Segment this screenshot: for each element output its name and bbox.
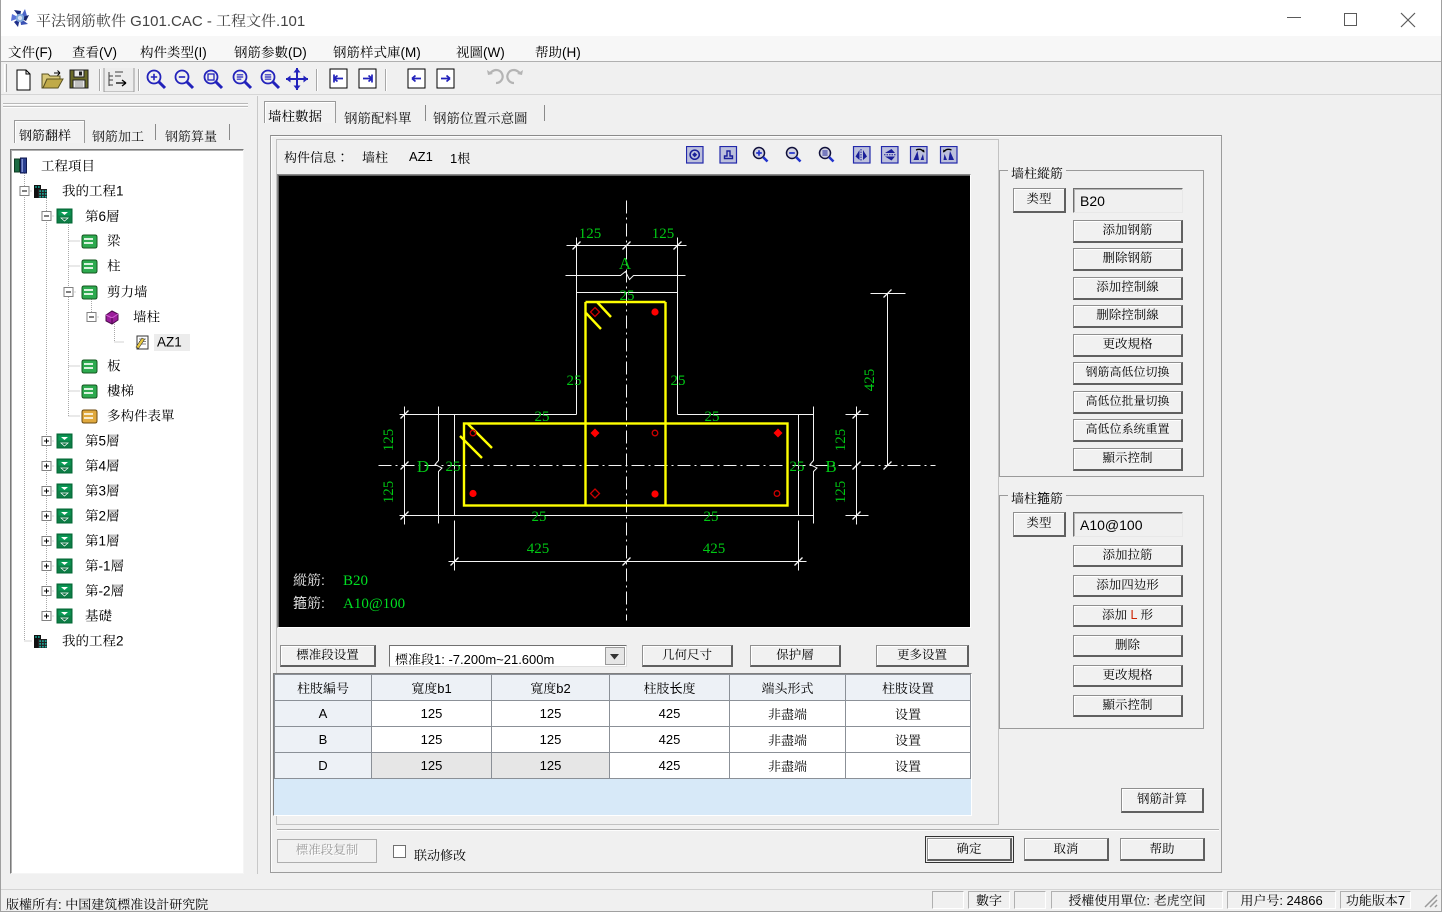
svg-text:第1层: 第1层 xyxy=(85,534,120,549)
svg-text:25: 25 xyxy=(790,459,805,475)
svg-text:425: 425 xyxy=(703,541,726,557)
svg-text:楼梯: 楼梯 xyxy=(107,384,134,399)
svg-text:板: 板 xyxy=(107,359,121,374)
svg-text:多构件表单: 多构件表单 xyxy=(107,409,175,424)
svg-text:25: 25 xyxy=(705,409,720,425)
svg-text:我的工程1: 我的工程1 xyxy=(62,184,124,199)
svg-text:B20: B20 xyxy=(343,573,368,589)
svg-text:梁: 梁 xyxy=(107,234,121,249)
svg-text:箍筋:: 箍筋: xyxy=(293,595,325,611)
svg-text:D: D xyxy=(417,457,429,476)
svg-text:25: 25 xyxy=(532,509,547,525)
svg-text:125: 125 xyxy=(833,481,849,504)
svg-text:工程项目: 工程项目 xyxy=(41,159,95,174)
svg-text:25: 25 xyxy=(446,459,461,475)
svg-text:第6层: 第6层 xyxy=(85,209,120,224)
svg-text:基础: 基础 xyxy=(85,609,112,624)
svg-text:25: 25 xyxy=(704,509,719,525)
svg-text:第3层: 第3层 xyxy=(85,484,120,499)
svg-text:剪力墙: 剪力墙 xyxy=(107,285,148,300)
svg-text:第4层: 第4层 xyxy=(85,459,120,474)
svg-text:125: 125 xyxy=(579,226,602,242)
svg-text:425: 425 xyxy=(862,369,878,392)
svg-text:25: 25 xyxy=(567,373,582,389)
svg-text:25: 25 xyxy=(671,373,686,389)
svg-text:我的工程2: 我的工程2 xyxy=(62,634,124,649)
svg-text:A: A xyxy=(619,254,632,273)
svg-text:A10@100: A10@100 xyxy=(343,596,405,612)
svg-text:墙柱: 墙柱 xyxy=(133,310,160,325)
svg-text:柱: 柱 xyxy=(107,259,121,274)
svg-text:AZ1: AZ1 xyxy=(157,335,182,350)
svg-text:第2层: 第2层 xyxy=(85,509,120,524)
svg-text:425: 425 xyxy=(527,541,550,557)
svg-text:第5层: 第5层 xyxy=(85,434,120,449)
svg-text:125: 125 xyxy=(833,429,849,452)
svg-text:125: 125 xyxy=(381,481,397,504)
svg-text:25: 25 xyxy=(620,288,635,304)
svg-text:125: 125 xyxy=(381,429,397,452)
svg-text:纵筋:: 纵筋: xyxy=(293,572,325,588)
svg-text:B: B xyxy=(825,457,836,476)
svg-text:125: 125 xyxy=(652,226,675,242)
svg-text:第-2层: 第-2层 xyxy=(85,584,124,599)
svg-text:第-1层: 第-1层 xyxy=(85,559,124,574)
svg-text:25: 25 xyxy=(535,409,550,425)
